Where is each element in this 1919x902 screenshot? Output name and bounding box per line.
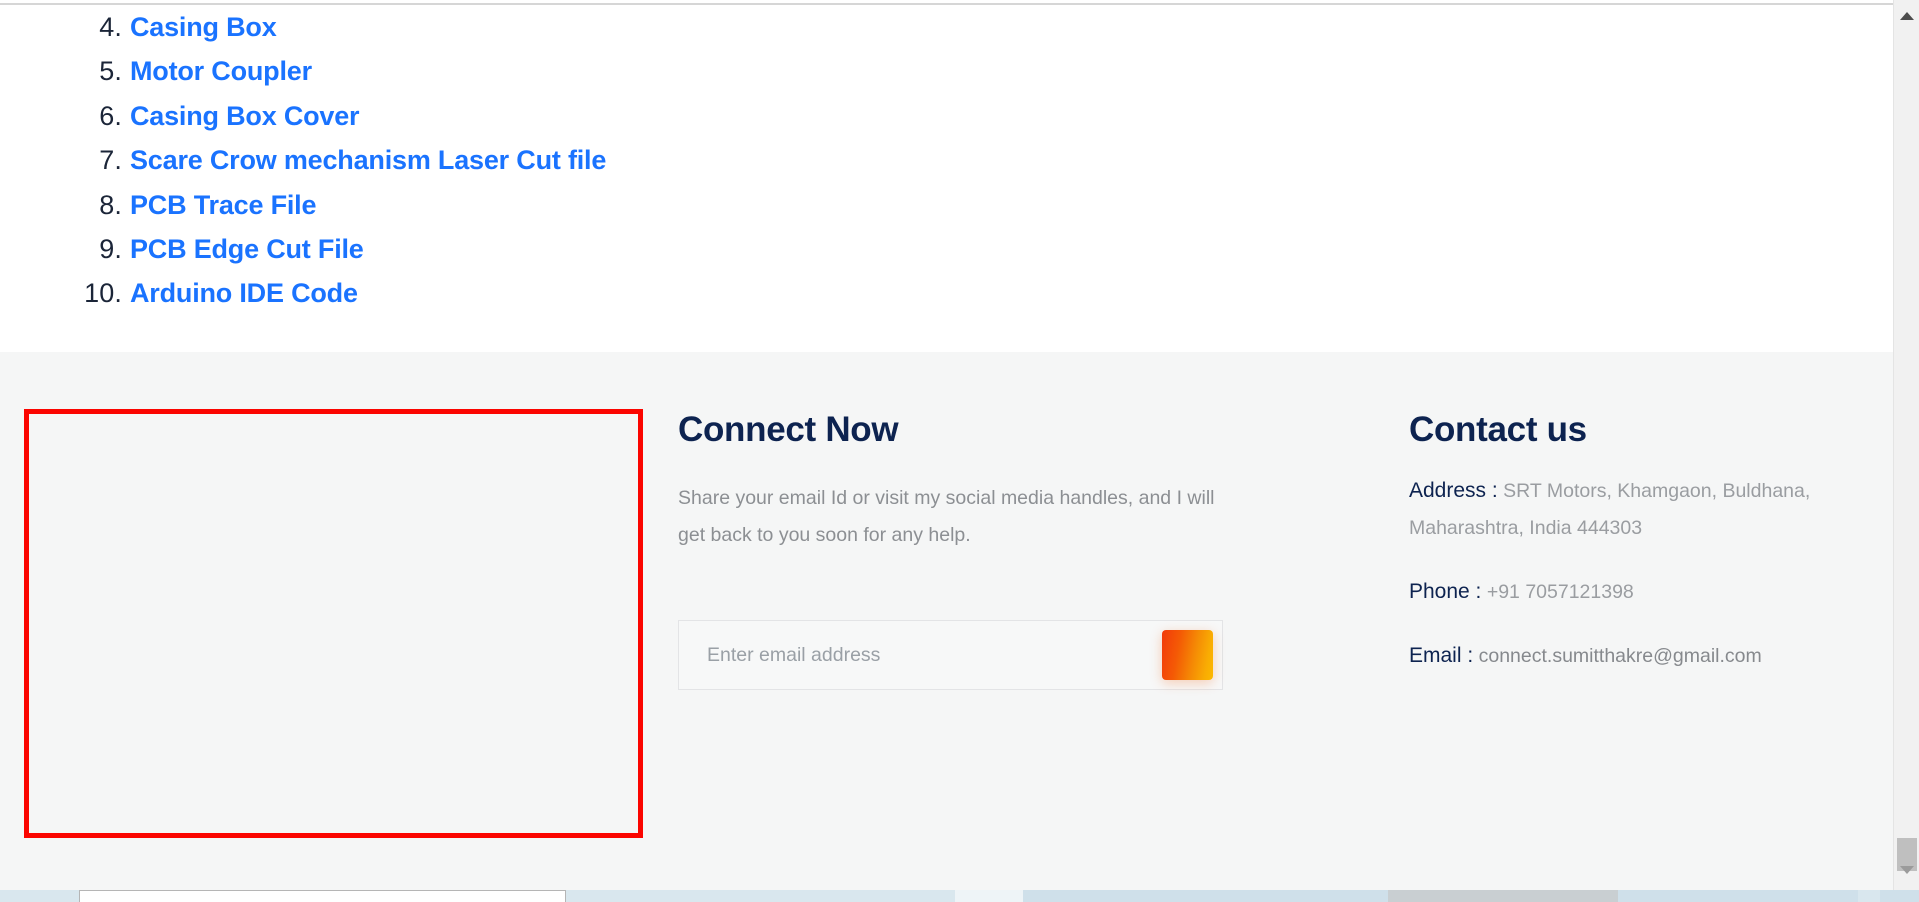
- list-item: 10. Arduino IDE Code: [84, 271, 1893, 315]
- project-files-section: 4. Casing Box 5. Motor Coupler 6. Casing…: [0, 5, 1893, 352]
- file-link-pcb-edge-cut-file[interactable]: PCB Edge Cut File: [130, 234, 364, 264]
- contact-phone-value[interactable]: +91 7057121398: [1487, 581, 1634, 603]
- contact-phone-label: Phone :: [1409, 580, 1482, 603]
- list-item: 6. Casing Box Cover: [99, 94, 1893, 138]
- file-link-arduino-ide-code[interactable]: Arduino IDE Code: [130, 278, 358, 308]
- taskbar-tray[interactable]: [1880, 890, 1919, 902]
- taskbar-app-item-3[interactable]: [1388, 890, 1618, 902]
- list-item-number: 5.: [99, 56, 122, 87]
- taskbar-spacer: [955, 890, 1023, 902]
- file-link-casing-box-cover[interactable]: Casing Box Cover: [130, 101, 360, 131]
- project-files-list: 4. Casing Box 5. Motor Coupler 6. Casing…: [0, 5, 1893, 316]
- contact-address-row: Address : SRT Motors, Khamgaon, Buldhana…: [1409, 472, 1829, 547]
- connect-now-heading: Connect Now: [678, 410, 899, 449]
- os-taskbar: [0, 890, 1919, 902]
- list-item: 7. Scare Crow mechanism Laser Cut file: [99, 138, 1893, 182]
- highlight-annotation-box: [24, 409, 643, 838]
- file-link-scare-crow-laser-cut[interactable]: Scare Crow mechanism Laser Cut file: [130, 145, 606, 175]
- list-item: 4. Casing Box: [99, 5, 1893, 49]
- page-viewport: 4. Casing Box 5. Motor Coupler 6. Casing…: [0, 0, 1893, 890]
- list-item: 5. Motor Coupler: [99, 49, 1893, 93]
- list-item-number: 8.: [99, 189, 122, 220]
- taskbar-window-item[interactable]: [79, 890, 566, 902]
- list-item-number: 7.: [99, 145, 122, 176]
- contact-email-value[interactable]: connect.sumitthakre@gmail.com: [1479, 645, 1762, 667]
- list-item-number: 6.: [99, 100, 122, 131]
- contact-phone-row: Phone : +91 7057121398: [1409, 573, 1829, 611]
- contact-address-label: Address :: [1409, 479, 1498, 502]
- site-footer: Connect Now Share your email Id or visit…: [0, 352, 1893, 890]
- taskbar-app-item-4[interactable]: [1618, 890, 1858, 902]
- file-link-casing-box[interactable]: Casing Box: [130, 12, 277, 42]
- contact-us-heading: Contact us: [1409, 410, 1587, 449]
- taskbar-app-item-2[interactable]: [1023, 890, 1388, 902]
- file-link-pcb-trace-file[interactable]: PCB Trace File: [130, 190, 316, 220]
- contact-email-row: Email : connect.sumitthakre@gmail.com: [1409, 637, 1829, 675]
- connect-now-description: Share your email Id or visit my social m…: [678, 487, 1215, 546]
- list-item-number: 9.: [99, 233, 122, 264]
- scroll-down-arrow-icon[interactable]: [1894, 858, 1919, 882]
- newsletter-signup-form: [678, 620, 1223, 690]
- vertical-scrollbar[interactable]: [1893, 0, 1919, 890]
- list-item-number: 10.: [84, 278, 122, 309]
- list-item: 9. PCB Edge Cut File: [99, 227, 1893, 271]
- contact-details: Address : SRT Motors, Khamgaon, Buldhana…: [1409, 472, 1829, 675]
- list-item: 8. PCB Trace File: [99, 183, 1893, 227]
- scroll-up-arrow-icon[interactable]: [1894, 4, 1919, 28]
- file-link-motor-coupler[interactable]: Motor Coupler: [130, 56, 312, 86]
- newsletter-submit-button[interactable]: [1162, 630, 1213, 680]
- list-item-number: 4.: [99, 12, 122, 42]
- email-input[interactable]: [679, 622, 1162, 688]
- contact-email-label: Email :: [1409, 644, 1474, 667]
